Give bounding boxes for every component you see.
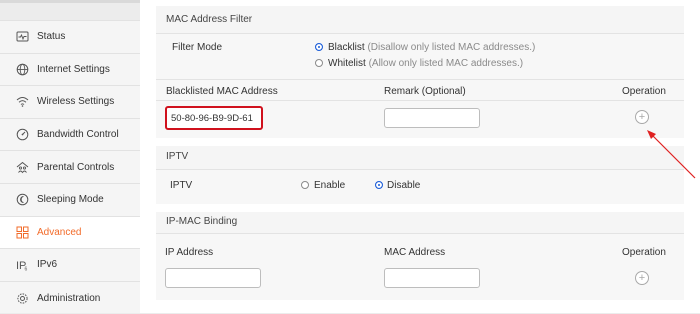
col-header-ip: IP Address xyxy=(165,247,214,258)
sidebar-item-label: Advanced xyxy=(37,226,82,238)
iptv-label: IPTV xyxy=(170,180,193,191)
sidebar: Status Internet Settings Wireless Settin… xyxy=(0,20,140,313)
ipv6-icon: IP 6 xyxy=(16,258,29,271)
iptv-disable-label[interactable]: Disable xyxy=(387,180,420,191)
remark-input[interactable] xyxy=(384,108,480,128)
iptv-panel: IPTV IPTV Enable Disable xyxy=(156,146,684,204)
gear-icon xyxy=(16,292,29,305)
wifi-icon xyxy=(16,95,29,108)
sidebar-item-ipv6[interactable]: IP 6 IPv6 xyxy=(0,249,140,282)
binding-mac-input[interactable] xyxy=(384,268,480,288)
moon-icon xyxy=(16,193,29,206)
whitelist-radio[interactable] xyxy=(315,59,323,67)
grid-icon xyxy=(16,226,29,239)
sidebar-item-label: Wireless Settings xyxy=(37,96,115,108)
blacklist-desc: (Disallow only listed MAC addresses.) xyxy=(367,42,536,53)
iptv-disable-radio[interactable] xyxy=(375,181,383,189)
sidebar-item-bandwidth-control[interactable]: Bandwidth Control xyxy=(0,119,140,152)
sidebar-item-status[interactable]: Status xyxy=(0,21,140,54)
blacklist-option: Blacklist (Disallow only listed MAC addr… xyxy=(328,42,535,53)
main-content: MAC Address Filter Filter Mode Blacklist… xyxy=(140,0,700,313)
svg-text:6: 6 xyxy=(25,267,28,272)
sidebar-item-label: Bandwidth Control xyxy=(37,129,119,141)
add-mac-filter-button[interactable]: + xyxy=(635,110,649,124)
status-icon xyxy=(16,30,29,43)
iptv-enable-radio[interactable] xyxy=(301,181,309,189)
family-icon xyxy=(16,161,29,174)
col-header-operation: Operation xyxy=(622,247,666,258)
sidebar-item-parental-controls[interactable]: Parental Controls xyxy=(0,151,140,184)
iptv-enable-label[interactable]: Enable xyxy=(314,180,345,191)
whitelist-desc: (Allow only listed MAC addresses.) xyxy=(368,58,524,69)
sidebar-item-wireless-settings[interactable]: Wireless Settings xyxy=(0,86,140,119)
sidebar-item-label: Administration xyxy=(37,292,101,304)
mac-address-input[interactable] xyxy=(165,106,263,130)
col-header-mac: MAC Address xyxy=(384,247,446,258)
blacklist-radio[interactable] xyxy=(315,43,323,51)
whitelist-label[interactable]: Whitelist xyxy=(328,58,366,69)
plus-icon: + xyxy=(638,271,646,284)
divider xyxy=(156,79,684,80)
sidebar-item-administration[interactable]: Administration xyxy=(0,282,140,314)
ip-mac-binding-panel: IP-MAC Binding IP Address MAC Address Op… xyxy=(156,212,684,300)
globe-icon xyxy=(16,63,29,76)
sidebar-item-label: Status xyxy=(37,31,66,43)
plus-icon: + xyxy=(638,110,646,123)
filter-mode-label: Filter Mode xyxy=(172,42,223,53)
sidebar-item-label: Sleeping Mode xyxy=(37,194,104,206)
sidebar-item-internet-settings[interactable]: Internet Settings xyxy=(0,54,140,87)
mac-filter-panel: MAC Address Filter Filter Mode Blacklist… xyxy=(156,6,684,138)
add-binding-button[interactable]: + xyxy=(635,271,649,285)
col-header-operation: Operation xyxy=(622,86,666,97)
mac-filter-title: MAC Address Filter xyxy=(156,6,684,34)
sidebar-item-sleeping-mode[interactable]: Sleeping Mode xyxy=(0,184,140,217)
col-header-remark: Remark (Optional) xyxy=(384,86,466,97)
sidebar-item-label: Parental Controls xyxy=(37,161,115,173)
col-header-mac: Blacklisted MAC Address xyxy=(166,86,278,97)
sidebar-item-advanced[interactable]: Advanced xyxy=(0,216,140,250)
iptv-title: IPTV xyxy=(156,146,684,170)
sidebar-item-label: Internet Settings xyxy=(37,63,110,75)
gauge-icon xyxy=(16,128,29,141)
divider xyxy=(156,100,684,101)
ip-mac-binding-title: IP-MAC Binding xyxy=(156,212,684,234)
sidebar-item-label: IPv6 xyxy=(37,259,58,271)
whitelist-option: Whitelist (Allow only listed MAC address… xyxy=(328,58,523,69)
ip-address-input[interactable] xyxy=(165,268,261,288)
blacklist-label[interactable]: Blacklist xyxy=(328,42,365,53)
